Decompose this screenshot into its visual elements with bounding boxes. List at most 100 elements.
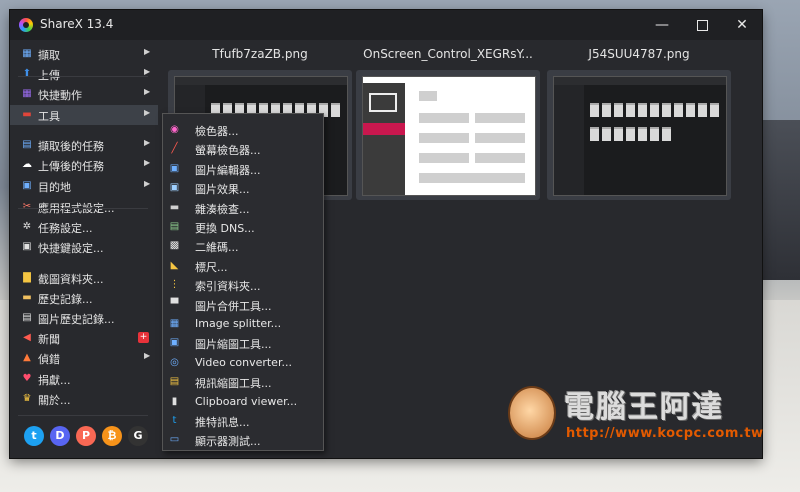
screen-color-picker-icon: ╱ — [171, 143, 178, 155]
tools-submenu: ◉ 檢色器... ╱ 螢幕檢色器... ▣ 圖片編輯器... ▣ 圖片效果... ▬ 雜湊檢查..… — [162, 113, 324, 451]
tools-menu-item[interactable]: ▣ 圖片縮圖工具... — [163, 333, 323, 352]
bitcoin-icon[interactable]: ₿ — [102, 426, 122, 446]
history-icon: ▬ — [22, 292, 32, 303]
tools-menu-item[interactable]: ▬ 雜湊檢查... — [163, 198, 323, 217]
thumbnail-item[interactable] — [356, 70, 540, 200]
menu-item[interactable]: ▣ 目的地 ▶ — [10, 176, 158, 196]
menu-item[interactable]: ✲ 任務設定... — [10, 217, 158, 237]
twitter-icon[interactable]: t — [24, 426, 44, 446]
tools-icon: ▬ — [22, 109, 32, 120]
menu-item-label: 快捷動作 — [38, 89, 82, 102]
menu-item[interactable]: ♥ 捐獻... — [10, 369, 158, 389]
menu-item-label: 上傳 — [38, 69, 60, 82]
tools-menu-item[interactable]: ▩ 二維碼... — [163, 236, 323, 255]
image-splitter-icon: ▦ — [169, 318, 180, 329]
news-icon: ◀ — [23, 332, 31, 343]
submenu-arrow-icon: ▶ — [144, 67, 151, 76]
tools-menu-item[interactable]: ▣ 圖片效果... — [163, 178, 323, 197]
menu-item-label: 任務設定... — [38, 222, 93, 235]
task-settings-icon: ✲ — [22, 221, 32, 232]
video-thumbnailer-icon: ▤ — [169, 376, 180, 388]
menu-item[interactable]: ▤ 圖片歷史記錄... — [10, 308, 158, 328]
title-bar[interactable]: ShareX 13.4 — ✕ — [10, 10, 762, 40]
debug-icon: ▲ — [23, 352, 31, 363]
submenu-arrow-icon: ▶ — [144, 158, 151, 167]
tools-menu-item-label: 圖片縮圖工具... — [195, 338, 272, 352]
watermark: 電腦王阿達 http://www.kocpc.com.tw — [508, 382, 764, 452]
menu-item-label: 擷取 — [38, 49, 60, 62]
tweet-icon: t — [172, 415, 177, 426]
tools-menu-item-label: 視訊縮圖工具... — [195, 377, 272, 391]
image-thumbnailer-icon: ▣ — [169, 337, 180, 349]
menu-item-label: 工具 — [38, 110, 60, 123]
tools-menu-item-label: 圖片合併工具... — [195, 299, 272, 313]
tools-menu-item[interactable]: ▮ Clipboard viewer... — [163, 392, 323, 411]
tools-menu-item[interactable]: ◉ 檢色器... — [163, 120, 323, 139]
upload-icon: ⬆ — [22, 68, 32, 79]
app-settings-icon: ✂ — [22, 201, 32, 212]
thumbnail-image — [553, 76, 727, 196]
tools-menu-item[interactable]: ◎ Video converter... — [163, 353, 323, 372]
tools-menu-item[interactable]: ▤ 更換 DNS... — [163, 217, 323, 236]
tools-menu-item[interactable]: ◣ 標尺... — [163, 256, 323, 275]
submenu-arrow-icon: ▶ — [144, 47, 151, 56]
thumbnail-item[interactable] — [547, 70, 731, 200]
submenu-arrow-icon: ▶ — [144, 87, 151, 96]
tools-menu-item-label: 標尺... — [195, 260, 228, 274]
minimize-button[interactable]: — — [642, 10, 682, 40]
tools-menu-item-label: 推特訊息... — [195, 416, 250, 429]
menu-item[interactable]: ✂ 應用程式設定... — [10, 197, 158, 217]
menu-item-label: 偵錯 — [38, 353, 60, 366]
tools-menu-item[interactable]: ▭ 顯示器測試... — [163, 430, 323, 449]
window-title: ShareX 13.4 — [40, 17, 114, 31]
tools-menu-item-label: Image splitter... — [195, 317, 282, 330]
maximize-button[interactable] — [682, 10, 722, 40]
capture-icon: ▦ — [22, 48, 32, 59]
menu-item[interactable]: ◀ 新聞 + — [10, 328, 158, 348]
github-icon[interactable]: G — [128, 426, 148, 446]
menu-item[interactable]: ♛ 關於... — [10, 389, 158, 409]
tools-menu-item[interactable]: ⋮ 索引資料夾... — [163, 275, 323, 294]
tools-menu-item[interactable]: t 推特訊息... — [163, 411, 323, 430]
ruler-icon: ◣ — [170, 259, 179, 271]
tools-menu-item[interactable]: ▀ 圖片合併工具... — [163, 295, 323, 314]
discord-icon[interactable]: D — [50, 426, 70, 446]
image-combiner-icon: ▀ — [170, 298, 179, 310]
thumbnail-image — [362, 76, 536, 196]
submenu-arrow-icon: ▶ — [144, 108, 151, 117]
tools-menu-item[interactable]: ╱ 螢幕檢色器... — [163, 139, 323, 158]
menu-item[interactable]: ▦ 擷取 ▶ — [10, 44, 158, 64]
menu-item-label: 上傳後的任務 — [38, 160, 104, 173]
tools-menu-item[interactable]: ▣ 圖片編輯器... — [163, 159, 323, 178]
crown-icon: ♛ — [22, 393, 32, 404]
close-button[interactable]: ✕ — [722, 10, 762, 40]
menu-item[interactable]: ▬ 歷史記錄... — [10, 288, 158, 308]
hotkey-settings-icon: ▣ — [22, 241, 32, 252]
menu-item[interactable]: ▦ 快捷動作 ▶ — [10, 84, 158, 104]
tools-menu-item[interactable]: ▦ Image splitter... — [163, 314, 323, 333]
thumbnail-filename: OnScreen_Control_XEGRsY... — [363, 47, 533, 61]
patreon-icon[interactable]: P — [76, 426, 96, 446]
destination-icon: ▣ — [22, 180, 32, 191]
menu-item[interactable]: ▬ 工具 ▶ — [10, 105, 158, 125]
video-converter-icon: ◎ — [170, 356, 179, 368]
mascot-face-icon — [508, 386, 556, 440]
menu-item[interactable]: ▤ 擷取後的任務 ▶ — [10, 135, 158, 155]
tools-menu-item[interactable]: ▤ 視訊縮圖工具... — [163, 372, 323, 391]
index-folder-icon: ⋮ — [169, 279, 180, 291]
tools-menu-item-label: 顯示器測試... — [195, 435, 261, 449]
image-editor-icon: ▣ — [169, 162, 180, 174]
image-effects-icon: ▣ — [169, 182, 180, 194]
menu-item-label: 捐獻... — [38, 374, 71, 387]
menu-item[interactable]: ▇ 截圖資料夾... — [10, 268, 158, 288]
menu-item[interactable]: ▲ 偵錯 ▶ — [10, 348, 158, 368]
menu-item[interactable]: ▣ 快捷鍵設定... — [10, 237, 158, 257]
qr-code-icon: ▩ — [169, 240, 180, 252]
menu-divider — [18, 76, 148, 77]
watermark-url: http://www.kocpc.com.tw — [566, 426, 764, 441]
after-upload-icon: ☁ — [22, 159, 32, 170]
news-badge: + — [138, 332, 149, 343]
tools-menu-item-label: 二維碼... — [195, 241, 239, 255]
menu-item[interactable]: ☁ 上傳後的任務 ▶ — [10, 155, 158, 175]
menu-item[interactable]: ⬆ 上傳 ▶ — [10, 64, 158, 84]
